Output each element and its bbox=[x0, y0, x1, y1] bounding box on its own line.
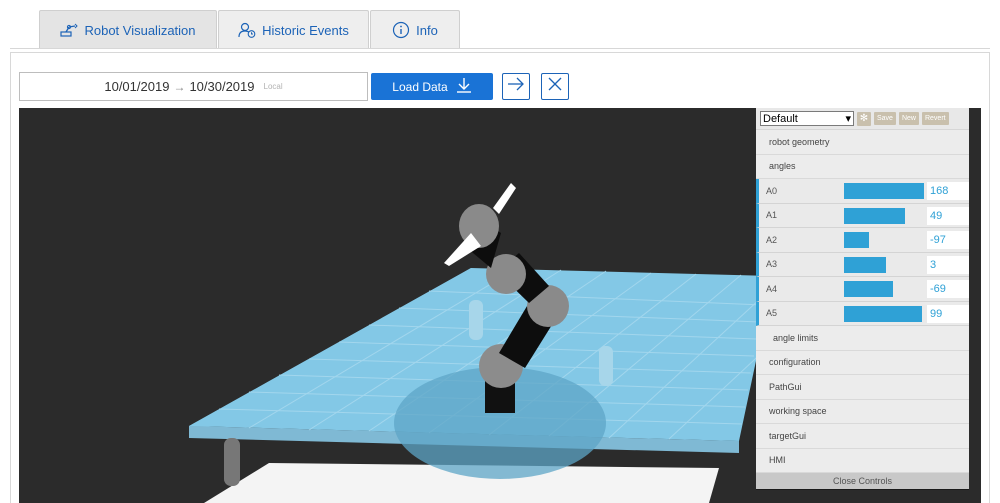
angle-slider-fill bbox=[844, 305, 923, 322]
angle-slider-fill bbox=[844, 183, 924, 199]
angle-value-input[interactable]: 3 bbox=[927, 255, 969, 274]
angle-value-input[interactable]: 168 bbox=[927, 182, 969, 200]
angle-slider-fill bbox=[844, 281, 893, 297]
robot-visualization-page: Robot Visualization Historic Events Info… bbox=[0, 0, 1000, 503]
angle-slider[interactable] bbox=[844, 232, 924, 248]
close-controls-button[interactable]: Close Controls bbox=[756, 473, 969, 489]
angle-row-a0: A0 168 bbox=[756, 179, 969, 204]
folder-working-space[interactable]: working space bbox=[756, 399, 969, 424]
angle-label: A0 bbox=[766, 185, 778, 196]
angle-label: A1 bbox=[766, 210, 778, 221]
angle-label: A5 bbox=[766, 308, 778, 319]
tab-label: Info bbox=[416, 22, 438, 38]
angle-value-input[interactable]: -97 bbox=[927, 231, 969, 249]
load-data-button[interactable]: Load Data bbox=[371, 73, 493, 100]
angle-value-input[interactable]: 99 bbox=[927, 304, 969, 323]
next-button[interactable] bbox=[502, 73, 530, 100]
start-date: 10/01/2019 bbox=[104, 79, 170, 94]
close-icon bbox=[548, 77, 562, 96]
tab-robot-visualization[interactable]: Robot Visualization bbox=[39, 10, 217, 49]
arrow-right-icon bbox=[507, 77, 525, 96]
angle-slider-fill bbox=[844, 232, 869, 248]
save-button[interactable]: Save bbox=[874, 112, 896, 125]
tab-label: Historic Events bbox=[262, 22, 349, 38]
tab-label: Robot Visualization bbox=[84, 22, 196, 38]
end-date: 10/30/2019 bbox=[189, 79, 255, 94]
user-history-icon bbox=[238, 22, 256, 38]
angle-label: A2 bbox=[766, 234, 778, 245]
angle-value-input[interactable]: 49 bbox=[927, 206, 969, 225]
angle-slider[interactable] bbox=[844, 281, 924, 297]
download-icon bbox=[456, 77, 472, 96]
revert-button[interactable]: Revert bbox=[921, 112, 949, 125]
angle-slider[interactable] bbox=[844, 256, 924, 273]
angle-row-a3: A3 3 bbox=[756, 252, 969, 277]
controls-panel: Default ▾ ✻ Save New Revert robot geomet… bbox=[756, 108, 969, 490]
angle-rows: A0 168 A1 49 A2 -97 A3 3 A4 -69 A5 99 bbox=[756, 179, 969, 326]
timezone-label: Local bbox=[263, 82, 283, 91]
table-leg bbox=[224, 438, 240, 486]
new-button[interactable]: New bbox=[898, 112, 919, 125]
tab-bar: Robot Visualization Historic Events Info bbox=[39, 10, 461, 49]
table-post bbox=[469, 300, 483, 340]
clear-button[interactable] bbox=[541, 73, 569, 100]
angle-slider[interactable] bbox=[844, 183, 924, 199]
robot-tool-right bbox=[493, 183, 516, 214]
folder-targetgui[interactable]: targetGui bbox=[756, 424, 969, 449]
gear-icon[interactable]: ✻ bbox=[857, 111, 871, 126]
angle-label: A4 bbox=[766, 283, 778, 294]
controls-toolbar: Default ▾ ✻ Save New Revert bbox=[756, 108, 969, 130]
robot-arm-icon bbox=[60, 23, 79, 37]
angle-value-input[interactable]: -69 bbox=[927, 280, 969, 298]
load-data-label: Load Data bbox=[392, 79, 448, 94]
chevron-down-icon: ▾ bbox=[845, 113, 851, 125]
tab-historic-events[interactable]: Historic Events bbox=[218, 10, 369, 49]
tab-divider bbox=[10, 48, 990, 49]
table-post bbox=[599, 346, 613, 386]
angle-row-a1: A1 49 bbox=[756, 203, 969, 228]
folder-pathgui[interactable]: PathGui bbox=[756, 375, 969, 400]
arrow-right-icon: → bbox=[173, 79, 186, 94]
folder-angle-limits[interactable]: angle limits bbox=[756, 326, 969, 351]
angle-row-a4: A4 -69 bbox=[756, 277, 969, 302]
folder-hmi[interactable]: HMI bbox=[756, 448, 969, 473]
angle-label: A3 bbox=[766, 259, 778, 270]
angle-slider[interactable] bbox=[844, 305, 924, 322]
folder-angles[interactable]: angles bbox=[756, 154, 969, 179]
info-icon bbox=[392, 21, 410, 39]
angle-row-a5: A5 99 bbox=[756, 301, 969, 326]
angle-row-a2: A2 -97 bbox=[756, 228, 969, 253]
folder-robot-geometry[interactable]: robot geometry bbox=[756, 130, 969, 155]
folder-configuration[interactable]: configuration bbox=[756, 350, 969, 375]
preset-value: Default bbox=[763, 112, 798, 125]
angle-slider-fill bbox=[844, 256, 886, 273]
angle-slider-fill bbox=[844, 207, 905, 224]
preset-select[interactable]: Default ▾ bbox=[760, 111, 854, 126]
tab-info[interactable]: Info bbox=[370, 10, 460, 49]
date-range-picker[interactable]: 10/01/2019 → 10/30/2019 Local bbox=[19, 72, 368, 101]
angle-slider[interactable] bbox=[844, 207, 924, 224]
